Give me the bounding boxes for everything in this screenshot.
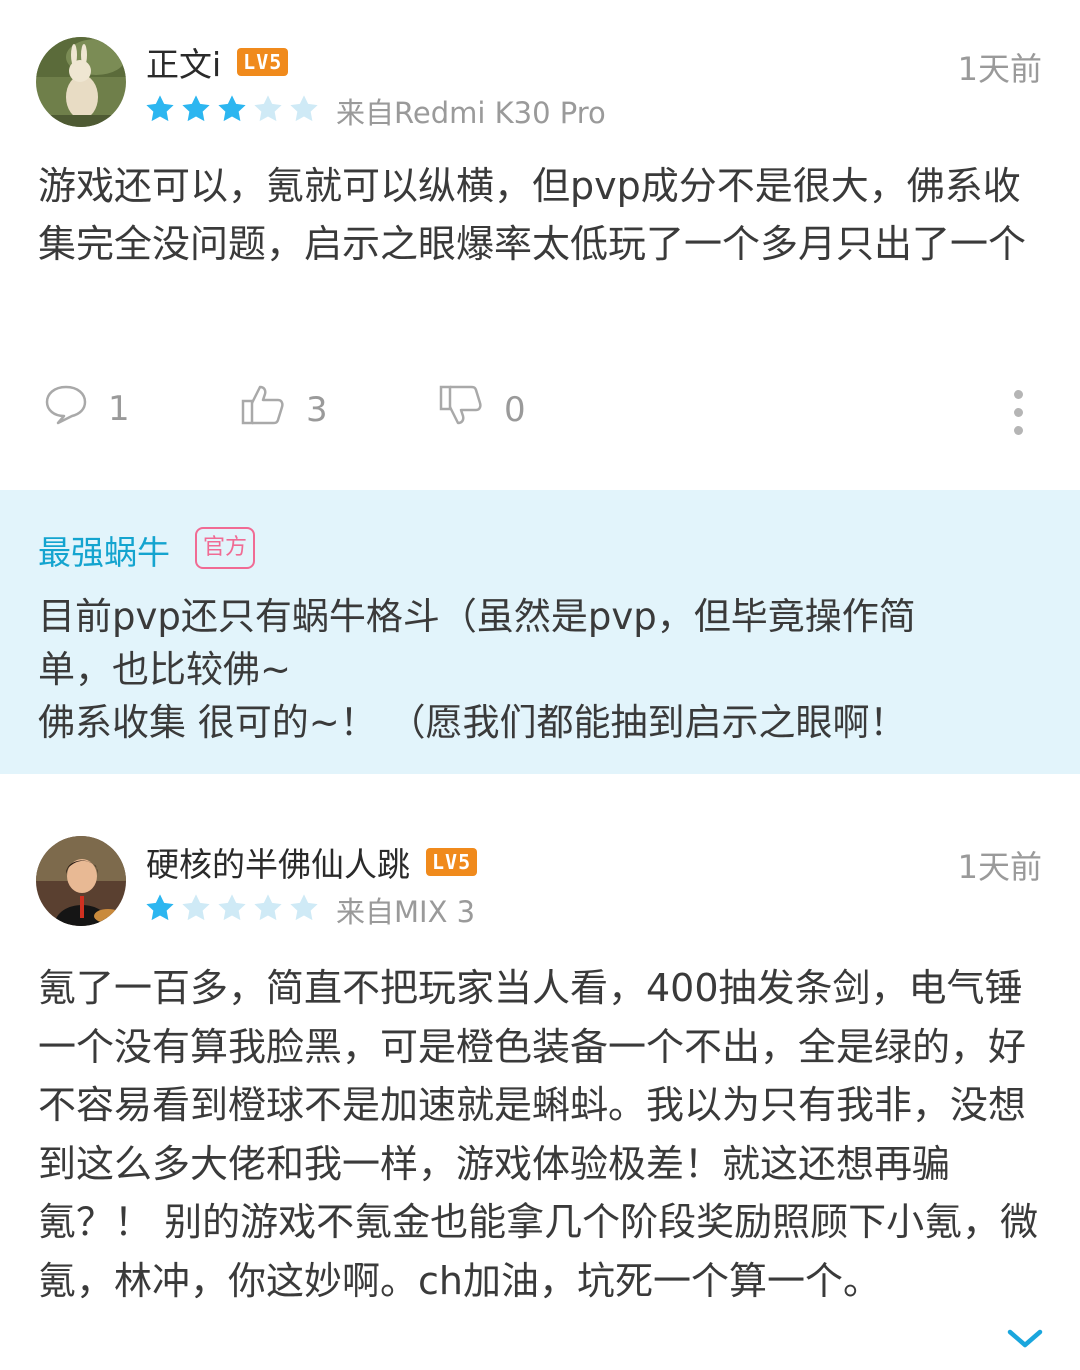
official-reply-line: 目前pvp还只有蜗牛格斗（虽然是pvp，但毕竟操作简 — [38, 595, 916, 638]
level-badge: LV5 — [237, 48, 289, 76]
like-count: 3 — [306, 389, 328, 430]
review-text[interactable]: 游戏还可以，氪就可以纵横，但pvp成分不是很大，佛系收集完全没问题，启示之眼爆率… — [38, 157, 1048, 273]
username[interactable]: 正文i LV5 — [146, 38, 289, 86]
like-button[interactable]: 3 — [240, 383, 328, 436]
star-rating — [144, 892, 320, 924]
device-label: 来自Redmi K30 Pro — [336, 96, 606, 130]
dislike-button[interactable]: 0 — [438, 383, 526, 436]
star-icon — [146, 95, 174, 122]
review-text[interactable]: 氪了一百多，简直不把玩家当人看，400抽发条剑，电气锤一个没有算我脸黑，可是橙色… — [38, 959, 1048, 1310]
star-icon — [254, 95, 282, 122]
username-text: 硬核的半佛仙人跳 — [146, 845, 410, 884]
official-name[interactable]: 最强蜗牛 — [38, 526, 170, 574]
avatar[interactable] — [36, 836, 126, 926]
official-reply-line: 单，也比较佛~ — [38, 648, 292, 691]
review-actions: 1 3 0 — [0, 383, 1080, 443]
official-reply-text[interactable]: 目前pvp还只有蜗牛格斗（虽然是pvp，但毕竟操作简 单，也比较佛~ 佛系收集 … — [38, 590, 1058, 749]
star-icon — [290, 95, 318, 122]
star-rating — [144, 93, 320, 125]
thumbs-down-icon — [438, 383, 484, 436]
device-label: 来自MIX 3 — [336, 895, 476, 929]
comment-count: 1 — [108, 388, 130, 429]
star-icon — [218, 894, 246, 921]
star-icon — [254, 894, 282, 921]
dislike-count: 0 — [504, 389, 526, 430]
timestamp: 1天前 — [957, 848, 1042, 886]
star-icon — [146, 894, 174, 921]
star-icon — [290, 894, 318, 921]
more-icon[interactable] — [1012, 390, 1024, 435]
timestamp: 1天前 — [957, 50, 1042, 88]
username-text: 正文i — [146, 45, 222, 84]
star-icon — [218, 95, 246, 122]
thumbs-up-icon — [240, 383, 286, 436]
comment-button[interactable]: 1 — [44, 383, 130, 434]
official-reply-line: 佛系收集 很可的~！ （愿我们都能抽到启示之眼啊！ — [38, 701, 907, 744]
star-icon — [182, 894, 210, 921]
star-icon — [182, 95, 210, 122]
username[interactable]: 硬核的半佛仙人跳 LV5 — [146, 838, 478, 886]
avatar[interactable] — [36, 37, 126, 127]
chevron-down-icon[interactable] — [1006, 1328, 1044, 1350]
review-card: 正文i LV5 1天前 来自Redmi K30 Pro 游戏还可以，氪就可以纵横… — [0, 0, 1080, 480]
level-badge: LV5 — [426, 848, 478, 876]
review-card: 硬核的半佛仙人跳 LV5 1天前 来自MIX 3 氪了一百多，简直不把玩家当人看… — [0, 800, 1080, 1370]
official-badge: 官方 — [195, 527, 256, 569]
comment-icon — [44, 383, 88, 434]
